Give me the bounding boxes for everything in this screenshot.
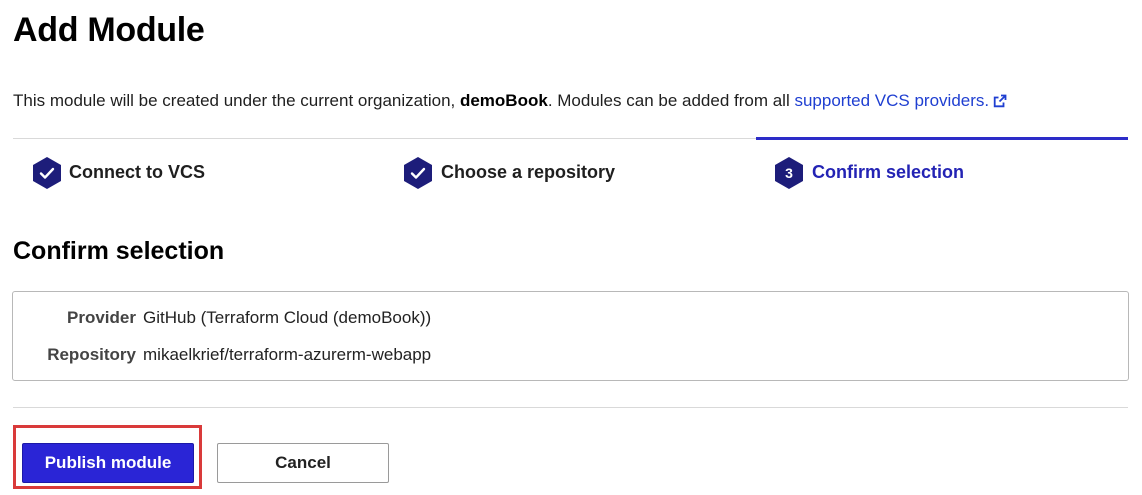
- cancel-button[interactable]: Cancel: [217, 443, 389, 483]
- step-label: Confirm selection: [812, 162, 965, 182]
- step-number: 3: [785, 165, 793, 181]
- check-icon: [31, 156, 63, 190]
- vcs-link-label: supported VCS providers.: [794, 91, 990, 110]
- repository-value: mikaelkrief/terraform-azurerm-webapp: [143, 345, 432, 364]
- intro-prefix: This module will be created under the cu…: [13, 91, 460, 110]
- publish-module-button[interactable]: Publish module: [22, 443, 194, 483]
- intro-middle: . Modules can be added from all: [547, 91, 795, 110]
- add-module-page: Add Module This module will be created u…: [0, 0, 1142, 495]
- step-confirm-selection: 3 Confirm selection: [756, 137, 1128, 199]
- step-choose-repository: Choose a repository: [385, 139, 756, 199]
- divider: [13, 407, 1128, 408]
- provider-value: GitHub (Terraform Cloud (demoBook)): [143, 308, 432, 327]
- organization-name: demoBook: [459, 91, 548, 110]
- confirm-heading: Confirm selection: [13, 237, 225, 265]
- provider-key: Provider: [67, 308, 136, 327]
- selection-summary: Provider GitHub (Terraform Cloud (demoBo…: [12, 291, 1129, 381]
- external-link-icon: [993, 93, 1007, 113]
- repository-row: Repository mikaelkrief/terraform-azurerm…: [13, 345, 1128, 369]
- step-connect-to-vcs: Connect to VCS: [13, 139, 385, 199]
- step-label: Connect to VCS: [69, 162, 206, 182]
- provider-row: Provider GitHub (Terraform Cloud (demoBo…: [13, 308, 1128, 332]
- check-icon: [402, 156, 434, 190]
- step-label: Choose a repository: [441, 162, 616, 182]
- progress-steps: Connect to VCS Choose a repository 3 Con…: [13, 137, 1128, 199]
- repository-key: Repository: [47, 345, 136, 364]
- supported-vcs-providers-link[interactable]: supported VCS providers.: [794, 91, 1007, 110]
- page-title: Add Module: [13, 11, 205, 49]
- intro-text: This module will be created under the cu…: [13, 91, 1007, 113]
- step-number-badge: 3: [773, 156, 805, 190]
